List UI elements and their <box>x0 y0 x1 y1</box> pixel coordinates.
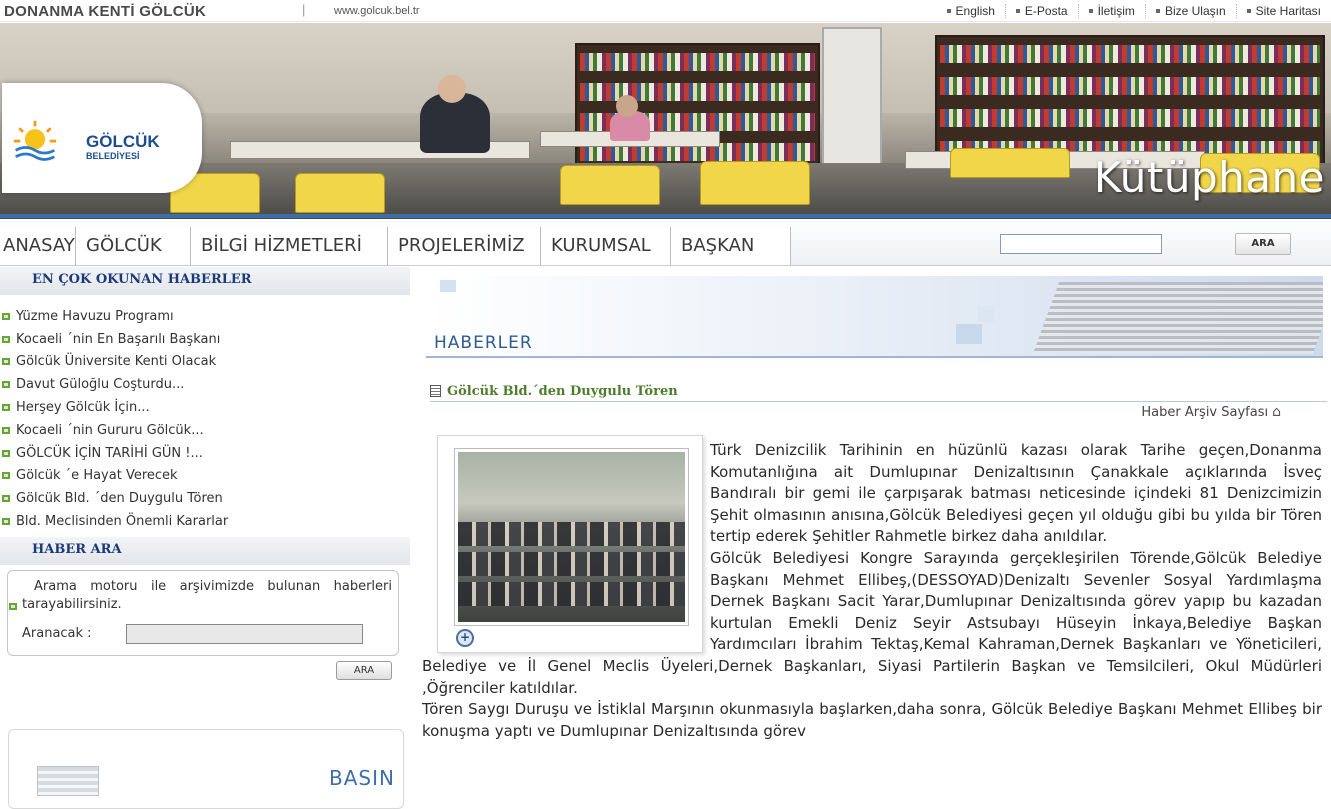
bullet-icon <box>2 426 10 434</box>
list-item[interactable]: Kocaeli ´nin Gururu Gölcük... <box>0 419 410 442</box>
article-title: Gölcük Bld.´den Duygulu Tören <box>430 384 1327 402</box>
news-search-heading: HABER ARA <box>0 537 410 565</box>
sun-logo-icon <box>13 120 57 161</box>
bullet-icon <box>2 358 10 366</box>
list-item[interactable]: Gölcük ´e Hayat Verecek <box>0 465 410 488</box>
bullet-icon <box>1246 9 1251 13</box>
top-link-email[interactable]: E-Posta <box>1004 4 1078 18</box>
title-separator: | <box>302 2 306 17</box>
reader-person <box>438 75 466 103</box>
top-links: English E-Posta İletişim Bize Ulaşın Sit… <box>937 0 1331 22</box>
nav-item-home[interactable]: ANASAYFA <box>0 227 76 265</box>
main-content: HABERLER Gölcük Bld.´den Duygulu Tören H… <box>422 272 1331 796</box>
news-header: HABERLER <box>426 276 1323 358</box>
news-archive-link[interactable]: Haber Arşiv Sayfası ⌂ <box>1141 404 1281 420</box>
article-body: Türk Denizcilik Tarihinin en hüzünlü kaz… <box>422 440 1322 742</box>
bookshelf <box>822 27 882 177</box>
newspaper-graphic <box>1032 282 1323 354</box>
top-link-sitemap[interactable]: Site Haritası <box>1235 4 1331 18</box>
list-item[interactable]: Yüzme Havuzu Programı <box>0 305 410 328</box>
bullet-icon <box>1155 9 1160 13</box>
nav-item-golcuk[interactable]: GÖLCÜK <box>76 227 191 265</box>
nav-item-projects[interactable]: PROJELERİMİZ <box>388 227 541 265</box>
nav-search-input[interactable] <box>1000 234 1162 254</box>
list-item[interactable]: Kocaeli ´nin En Başarılı Başkanı <box>0 328 410 351</box>
nav-item-info-services[interactable]: BİLGİ HİZMETLERİ <box>191 227 388 265</box>
bullet-icon <box>2 335 10 343</box>
document-icon <box>430 385 441 397</box>
bullet-icon <box>2 449 10 457</box>
bullet-icon <box>2 472 10 480</box>
top-link-contact[interactable]: İletişim <box>1077 4 1145 18</box>
bullet-icon <box>2 404 10 412</box>
list-item[interactable]: GÖLCÜK İÇİN TARİHİ GÜN !... <box>0 442 410 465</box>
chair <box>700 161 810 205</box>
bullet-icon <box>9 603 17 610</box>
top-link-english[interactable]: English <box>937 4 1005 18</box>
search-button[interactable]: ARA <box>336 661 392 680</box>
nav-search-button[interactable]: ARA <box>1235 233 1291 255</box>
chair <box>560 165 660 205</box>
site-title: DONANMA KENTİ GÖLCÜK <box>4 3 207 20</box>
bullet-icon <box>2 495 10 503</box>
bookshelf <box>575 43 820 178</box>
bullet-icon <box>2 312 10 320</box>
search-info-text: Arama motoru ile arşivimizde bulunan hab… <box>9 578 392 614</box>
bullet-icon <box>2 518 10 526</box>
search-label: Aranacak : <box>22 626 92 641</box>
bullet-icon <box>2 381 10 389</box>
newspaper-icon <box>37 766 99 796</box>
most-read-heading: EN ÇOK OKUNAN HABERLER <box>0 267 410 295</box>
logo-name: GÖLCÜK <box>86 132 160 151</box>
bullet-icon <box>1088 9 1093 13</box>
logo[interactable]: GÖLCÜK BELEDİYESİ <box>2 83 202 193</box>
section-title: HABERLER <box>434 333 533 353</box>
list-item[interactable]: Davut Güloğlu Coşturdu... <box>0 373 410 396</box>
site-url[interactable]: www.golcuk.bel.tr <box>334 5 420 17</box>
list-item[interactable]: Gölcük Bld. ´den Duygulu Tören <box>0 487 410 510</box>
top-bar: DONANMA KENTİ GÖLCÜK | www.golcuk.bel.tr… <box>0 0 1331 22</box>
press-label: BASIN <box>329 766 395 790</box>
banner-divider <box>0 214 1331 218</box>
news-search-box: Arama motoru ile arşivimizde bulunan hab… <box>7 570 399 656</box>
logo-subtitle: BELEDİYESİ <box>86 151 140 161</box>
top-link-reach-us[interactable]: Bize Ulaşın <box>1144 4 1236 18</box>
press-box[interactable]: BASIN <box>8 729 404 809</box>
most-read-list: Yüzme Havuzu Programı Kocaeli ´nin En Ba… <box>0 305 410 533</box>
home-icon: ⌂ <box>1272 404 1281 420</box>
chair <box>950 148 1070 178</box>
left-sidebar: EN ÇOK OKUNAN HABERLER Yüzme Havuzu Prog… <box>0 267 410 809</box>
list-item[interactable]: Herşey Gölcük İçin... <box>0 396 410 419</box>
chair <box>295 173 385 213</box>
list-item[interactable]: Gölcük Üniversite Kenti Olacak <box>0 351 410 374</box>
reader-person <box>616 95 638 117</box>
list-item[interactable]: Bld. Meclisinden Önemli Kararlar <box>0 510 410 533</box>
article-paragraph: Tören Saygı Duruşu ve İstiklal Marşının … <box>422 700 1322 740</box>
banner-title: Kütüphane <box>1093 153 1325 202</box>
bullet-icon <box>946 9 951 13</box>
header-banner: GÖLCÜK BELEDİYESİ Kütüphane <box>0 23 1331 219</box>
bullet-icon <box>1015 9 1020 13</box>
search-input[interactable] <box>126 624 363 644</box>
nav-item-mayor[interactable]: BAŞKAN <box>671 227 791 265</box>
nav-item-corporate[interactable]: KURUMSAL <box>541 227 671 265</box>
